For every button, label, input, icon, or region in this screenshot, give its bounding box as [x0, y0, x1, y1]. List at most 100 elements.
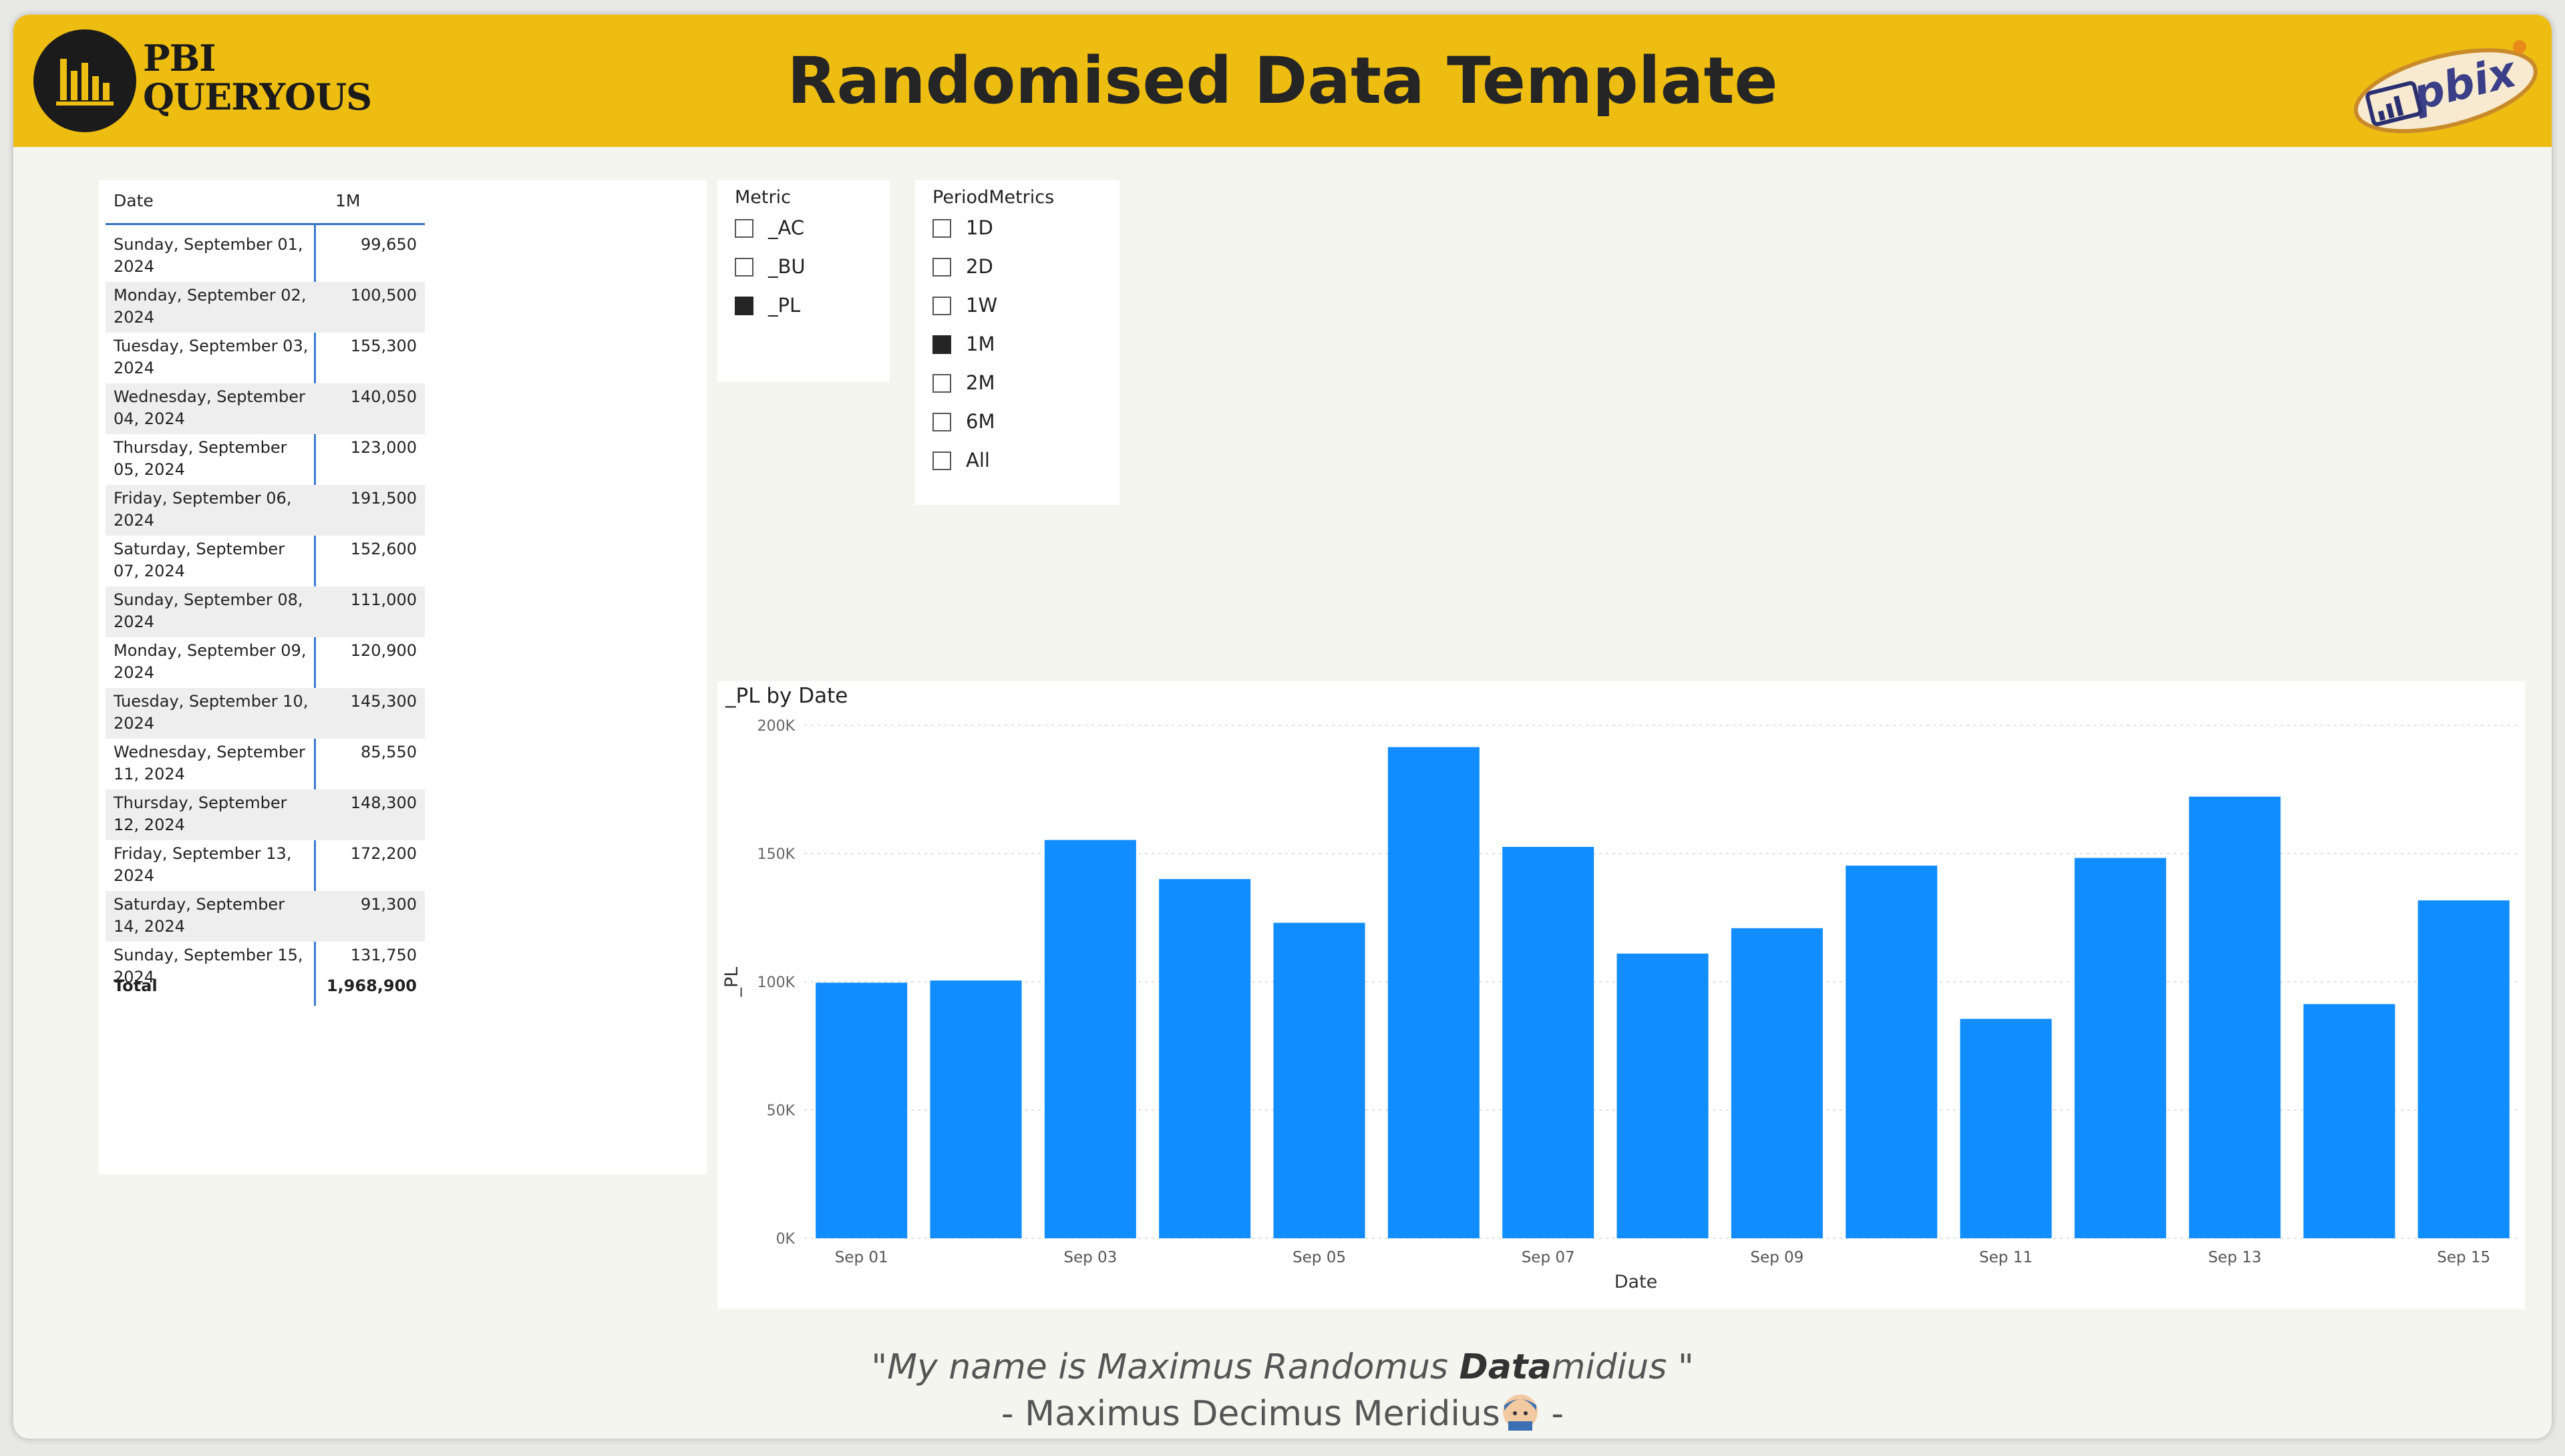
row-date: Sunday, September 01, 2024	[114, 235, 303, 276]
total-label: Total	[114, 976, 158, 995]
row-value: 152,600	[350, 540, 417, 558]
x-tick-label: Sep 07	[1522, 1249, 1575, 1266]
x-axis-title: Date	[1614, 1272, 1658, 1292]
row-date: Tuesday, September 10, 2024	[114, 692, 309, 733]
x-tick-label: Sep 11	[1979, 1249, 2033, 1266]
table-row[interactable]: Wednesday, September 11, 2024 85,550	[106, 739, 425, 789]
period-item-label: 1D	[966, 216, 993, 239]
table-visual: Date 1M Sunday, September 01, 2024 99,650…	[99, 180, 707, 1174]
table-row[interactable]: Sunday, September 08, 2024 111,000	[106, 586, 425, 637]
row-date: Thursday, September 12, 2024	[114, 793, 287, 834]
x-tick-label: Sep 03	[1063, 1249, 1117, 1266]
checkbox[interactable]	[735, 219, 753, 238]
quote-bold: Data	[1459, 1347, 1552, 1387]
bar	[1616, 953, 1709, 1238]
table-row[interactable]: Monday, September 02, 2024 100,500	[106, 282, 425, 333]
row-value: 99,650	[361, 235, 417, 254]
quote-line1: "My name is Maximus Randomus Datamidius …	[871, 1347, 1694, 1387]
metric-item-label: _BU	[768, 255, 806, 278]
checkbox[interactable]	[932, 374, 951, 393]
bar	[1960, 1019, 2052, 1238]
quote-end: -	[1540, 1394, 1564, 1434]
total-value: 1,968,900	[326, 976, 417, 995]
bar	[1387, 747, 1480, 1238]
quote-suffix: midius "	[1551, 1347, 1694, 1387]
table-row[interactable]: Tuesday, September 10, 2024 145,300	[106, 688, 425, 739]
period-item-label: 2M	[966, 371, 995, 394]
bar	[2303, 1004, 2395, 1238]
table-row[interactable]: Tuesday, September 03, 2024 155,300	[106, 333, 425, 383]
checkbox[interactable]	[932, 413, 951, 431]
checkbox[interactable]	[932, 219, 951, 238]
quote-prefix: "My name is Maximus Randomus	[871, 1347, 1460, 1387]
checkbox[interactable]	[932, 451, 951, 470]
row-date: Wednesday, September 11, 2024	[114, 743, 305, 783]
period-slicer-title: PeriodMetrics	[932, 187, 1055, 208]
pbix-logo: pbix	[2345, 33, 2545, 140]
row-date: Friday, September 13, 2024	[114, 844, 292, 885]
period-item-label: 1M	[966, 333, 995, 355]
period-item-label: 6M	[966, 410, 995, 433]
checkbox[interactable]	[932, 297, 951, 315]
row-date: Tuesday, September 03, 2024	[114, 337, 309, 377]
table-row[interactable]: Friday, September 13, 2024 172,200	[106, 840, 425, 891]
bar	[1731, 928, 1823, 1238]
row-value: 148,300	[350, 793, 417, 812]
row-value: 123,000	[350, 438, 417, 457]
y-tick-label: 50K	[767, 1103, 796, 1119]
bar	[2417, 900, 2510, 1238]
page-title: Randomised Data Template	[787, 43, 1778, 118]
table-row[interactable]: Sunday, September 01, 2024 99,650	[106, 231, 425, 282]
row-value: 155,300	[350, 337, 417, 355]
row-date: Monday, September 09, 2024	[114, 641, 307, 682]
row-value: 100,500	[350, 286, 417, 305]
row-date: Wednesday, September 04, 2024	[114, 387, 305, 428]
row-value: 120,900	[350, 641, 417, 660]
bar	[2189, 796, 2281, 1238]
total-row: Total 1,968,900	[106, 970, 425, 1005]
period-item-label: 1W	[966, 294, 998, 317]
row-value: 145,300	[350, 692, 417, 711]
table-row[interactable]: Monday, September 09, 2024 120,900	[106, 637, 425, 688]
table-row[interactable]: Wednesday, September 04, 2024 140,050	[106, 383, 425, 434]
row-value: 111,000	[350, 590, 417, 609]
bar	[1273, 922, 1365, 1238]
table-header: Date 1M	[106, 180, 425, 225]
checkbox[interactable]	[735, 258, 753, 277]
checkbox[interactable]	[932, 335, 951, 354]
column-header-date[interactable]: Date	[114, 191, 154, 210]
x-tick-label: Sep 01	[835, 1249, 888, 1266]
row-date: Saturday, September 07, 2024	[114, 540, 285, 580]
metric-slicer-title: Metric	[735, 187, 791, 208]
row-value: 172,200	[350, 844, 417, 863]
table-row[interactable]: Saturday, September 14, 2024 91,300	[106, 891, 425, 942]
bar	[1044, 840, 1136, 1238]
row-value: 85,550	[361, 743, 417, 761]
metric-slicer: Metric _AC _BU _PL	[717, 180, 890, 382]
y-tick-label: 0K	[776, 1231, 796, 1248]
metric-item-label: _PL	[768, 294, 801, 317]
checkbox[interactable]	[735, 297, 753, 315]
x-tick-label: Sep 13	[2208, 1249, 2262, 1266]
bar	[930, 980, 1022, 1238]
chart-svg: 0K 50K 100K 150K 200K Sep 01 Sep 03 Sep 05 Sep 0…	[721, 718, 2521, 1292]
header-banner: PBI QUERYOUS Randomised Data Template pb…	[13, 15, 2552, 147]
period-slicer: PeriodMetrics 1D 2D 1W 1M 2M 6M All	[915, 180, 1120, 505]
row-value: 140,050	[350, 387, 417, 406]
table-row[interactable]: Friday, September 06, 2024 191,500	[106, 485, 425, 536]
table-row[interactable]: Saturday, September 07, 2024 152,600	[106, 536, 425, 586]
table-row[interactable]: Thursday, September 05, 2024 123,000	[106, 434, 425, 485]
bar-chart-visual[interactable]: _PL by Date 0K 50K 100K 150K 200K Sep 01 Sep 0…	[717, 681, 2525, 1309]
row-value: 131,750	[350, 946, 417, 964]
metric-item-label: _AC	[768, 216, 805, 239]
y-tick-label: 100K	[757, 974, 796, 991]
checkbox[interactable]	[932, 258, 951, 277]
table-row[interactable]: Thursday, September 12, 2024 148,300	[106, 789, 425, 840]
x-tick-label: Sep 09	[1750, 1249, 1804, 1266]
bar	[1159, 879, 1251, 1238]
bar	[2074, 858, 2166, 1238]
column-header-1m[interactable]: 1M	[335, 191, 360, 210]
y-tick-label: 150K	[757, 846, 796, 863]
row-date: Friday, September 06, 2024	[114, 489, 292, 530]
row-date: Sunday, September 08, 2024	[114, 590, 303, 631]
